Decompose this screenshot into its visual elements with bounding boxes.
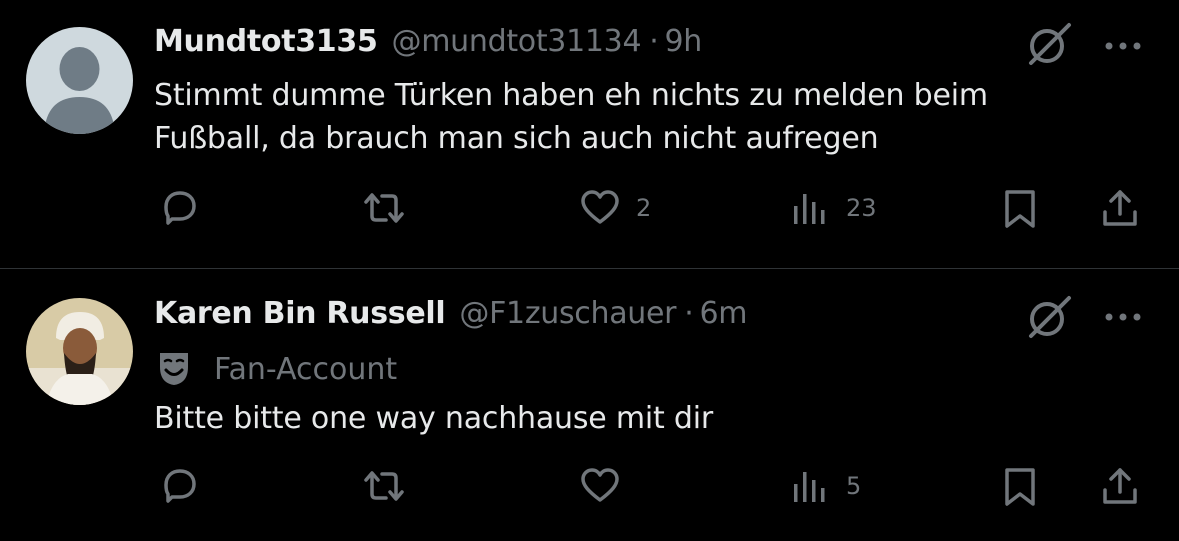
views-count: 5 — [846, 472, 862, 500]
timestamp[interactable]: 9h — [665, 24, 703, 59]
tweet-text-line: Fußball, da brauch man sich auch nicht a… — [154, 121, 879, 156]
retweet-icon — [364, 193, 404, 223]
bookmark-button[interactable] — [998, 186, 1042, 230]
separator: · — [684, 296, 694, 331]
timestamp[interactable]: 6m — [699, 296, 747, 331]
views-icon — [794, 194, 825, 224]
theater-mask-icon — [154, 349, 194, 389]
handle[interactable]: @F1zuschauer — [459, 296, 676, 331]
tweet-header: Mundtot3135 @mundtot31134 · 9h — [154, 24, 702, 64]
display-name[interactable]: Mundtot3135 — [154, 24, 378, 59]
badge-label: Fan-Account — [214, 351, 398, 387]
display-name[interactable]: Karen Bin Russell — [154, 296, 446, 331]
views-icon — [794, 472, 825, 502]
share-icon — [1103, 468, 1137, 504]
tweet-text-line: Stimmt dumme Türken haben eh nichts zu m… — [154, 78, 988, 113]
views-count: 23 — [846, 194, 877, 222]
share-button[interactable] — [1098, 186, 1142, 230]
separator: · — [649, 24, 659, 59]
tweet-text: Bitte bitte one way nachhause mit dir — [154, 397, 1114, 440]
bookmark-icon — [1005, 190, 1035, 228]
tweet-text-line: Bitte bitte one way nachhause mit dir — [154, 401, 714, 436]
tweet-text: Stimmt dumme Türken haben eh nichts zu m… — [154, 74, 1114, 160]
share-icon — [1103, 190, 1137, 226]
like-button[interactable]: 2 — [578, 186, 651, 230]
reply-button[interactable] — [158, 464, 202, 508]
like-button[interactable] — [578, 464, 636, 508]
views-button[interactable]: 5 — [788, 464, 861, 508]
retweet-button[interactable] — [362, 464, 406, 508]
like-count: 2 — [636, 194, 652, 222]
avatar[interactable] — [26, 27, 133, 134]
views-button[interactable]: 23 — [788, 186, 877, 230]
like-icon — [581, 468, 619, 502]
bookmark-button[interactable] — [998, 464, 1042, 508]
avatar[interactable] — [26, 298, 133, 405]
reply-icon — [164, 469, 196, 503]
retweet-button[interactable] — [362, 186, 406, 230]
more-icon[interactable] — [1100, 36, 1146, 56]
share-button[interactable] — [1098, 464, 1142, 508]
reply-icon — [164, 191, 196, 225]
tweet-header: Karen Bin Russell @F1zuschauer · 6m — [154, 296, 747, 336]
like-icon — [581, 190, 619, 224]
grok-icon[interactable] — [1023, 293, 1075, 341]
retweet-icon — [364, 471, 404, 501]
reply-button[interactable] — [158, 186, 202, 230]
automated-account-label[interactable]: Fan-Account — [154, 349, 397, 389]
tweet[interactable]: Karen Bin Russell @F1zuschauer · 6m Fan-… — [0, 269, 1179, 541]
handle[interactable]: @mundtot31134 — [392, 24, 642, 59]
tweet[interactable]: Mundtot3135 @mundtot31134 · 9h Stimmt du… — [0, 0, 1179, 269]
bookmark-icon — [1005, 468, 1035, 506]
more-icon[interactable] — [1100, 307, 1146, 327]
grok-icon[interactable] — [1023, 20, 1075, 68]
